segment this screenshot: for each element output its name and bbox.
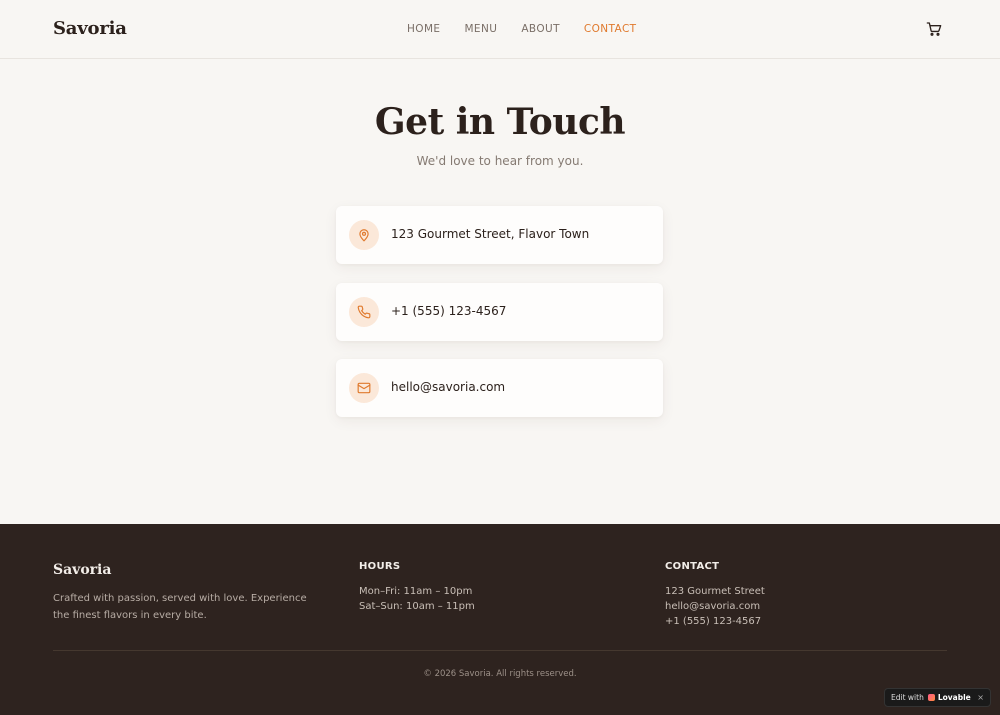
- nav-about[interactable]: ABOUT: [521, 23, 560, 35]
- lovable-brand: Lovable: [937, 693, 971, 702]
- hours-list: Mon–Fri: 11am – 10pm Sat–Sun: 10am – 11p…: [359, 584, 475, 614]
- close-icon[interactable]: ×: [977, 693, 984, 702]
- map-pin-icon: [349, 220, 379, 250]
- footer-phone[interactable]: +1 (555) 123-4567: [665, 614, 765, 629]
- edit-with-lovable-badge[interactable]: Edit with Lovable ×: [884, 688, 991, 707]
- edit-prefix: Edit with: [891, 693, 924, 702]
- hours-weekend: Sat–Sun: 10am – 11pm: [359, 601, 475, 612]
- footer-address: 123 Gourmet Street: [665, 586, 765, 597]
- lovable-logo-icon: [927, 694, 935, 701]
- address-text: 123 Gourmet Street, Flavor Town: [391, 227, 590, 241]
- contact-heading: CONTACT: [665, 561, 720, 572]
- site-footer: Savoria Crafted with passion, served wit…: [0, 524, 1000, 715]
- site-logo[interactable]: Savoria: [53, 18, 127, 39]
- email-text[interactable]: hello@savoria.com: [391, 380, 505, 394]
- phone-icon: [349, 297, 379, 327]
- page-subtitle: We'd love to hear from you.: [416, 154, 584, 168]
- nav-contact[interactable]: CONTACT: [584, 23, 637, 35]
- footer-logo: Savoria: [53, 562, 112, 578]
- mail-icon: [349, 373, 379, 403]
- footer-divider: [53, 650, 947, 651]
- footer-email[interactable]: hello@savoria.com: [665, 599, 765, 614]
- nav-menu[interactable]: MENU: [464, 23, 497, 35]
- cart-icon[interactable]: [926, 21, 942, 37]
- page-title: Get in Touch: [374, 101, 626, 143]
- nav-home[interactable]: HOME: [407, 23, 440, 35]
- phone-text[interactable]: +1 (555) 123-4567: [391, 304, 506, 318]
- address-card: 123 Gourmet Street, Flavor Town: [336, 206, 663, 264]
- footer-contact-list: 123 Gourmet Street hello@savoria.com +1 …: [665, 584, 765, 629]
- footer-description: Crafted with passion, served with love. …: [53, 593, 307, 621]
- copyright: © 2026 Savoria. All rights reserved.: [423, 669, 577, 679]
- hours-heading: HOURS: [359, 561, 401, 572]
- hours-weekday: Mon–Fri: 11am – 10pm: [359, 586, 473, 597]
- main-nav: HOME MENU ABOUT CONTACT: [407, 23, 660, 35]
- phone-card: +1 (555) 123-4567: [336, 283, 663, 341]
- site-header: Savoria HOME MENU ABOUT CONTACT: [0, 0, 1000, 59]
- email-card: hello@savoria.com: [336, 359, 663, 417]
